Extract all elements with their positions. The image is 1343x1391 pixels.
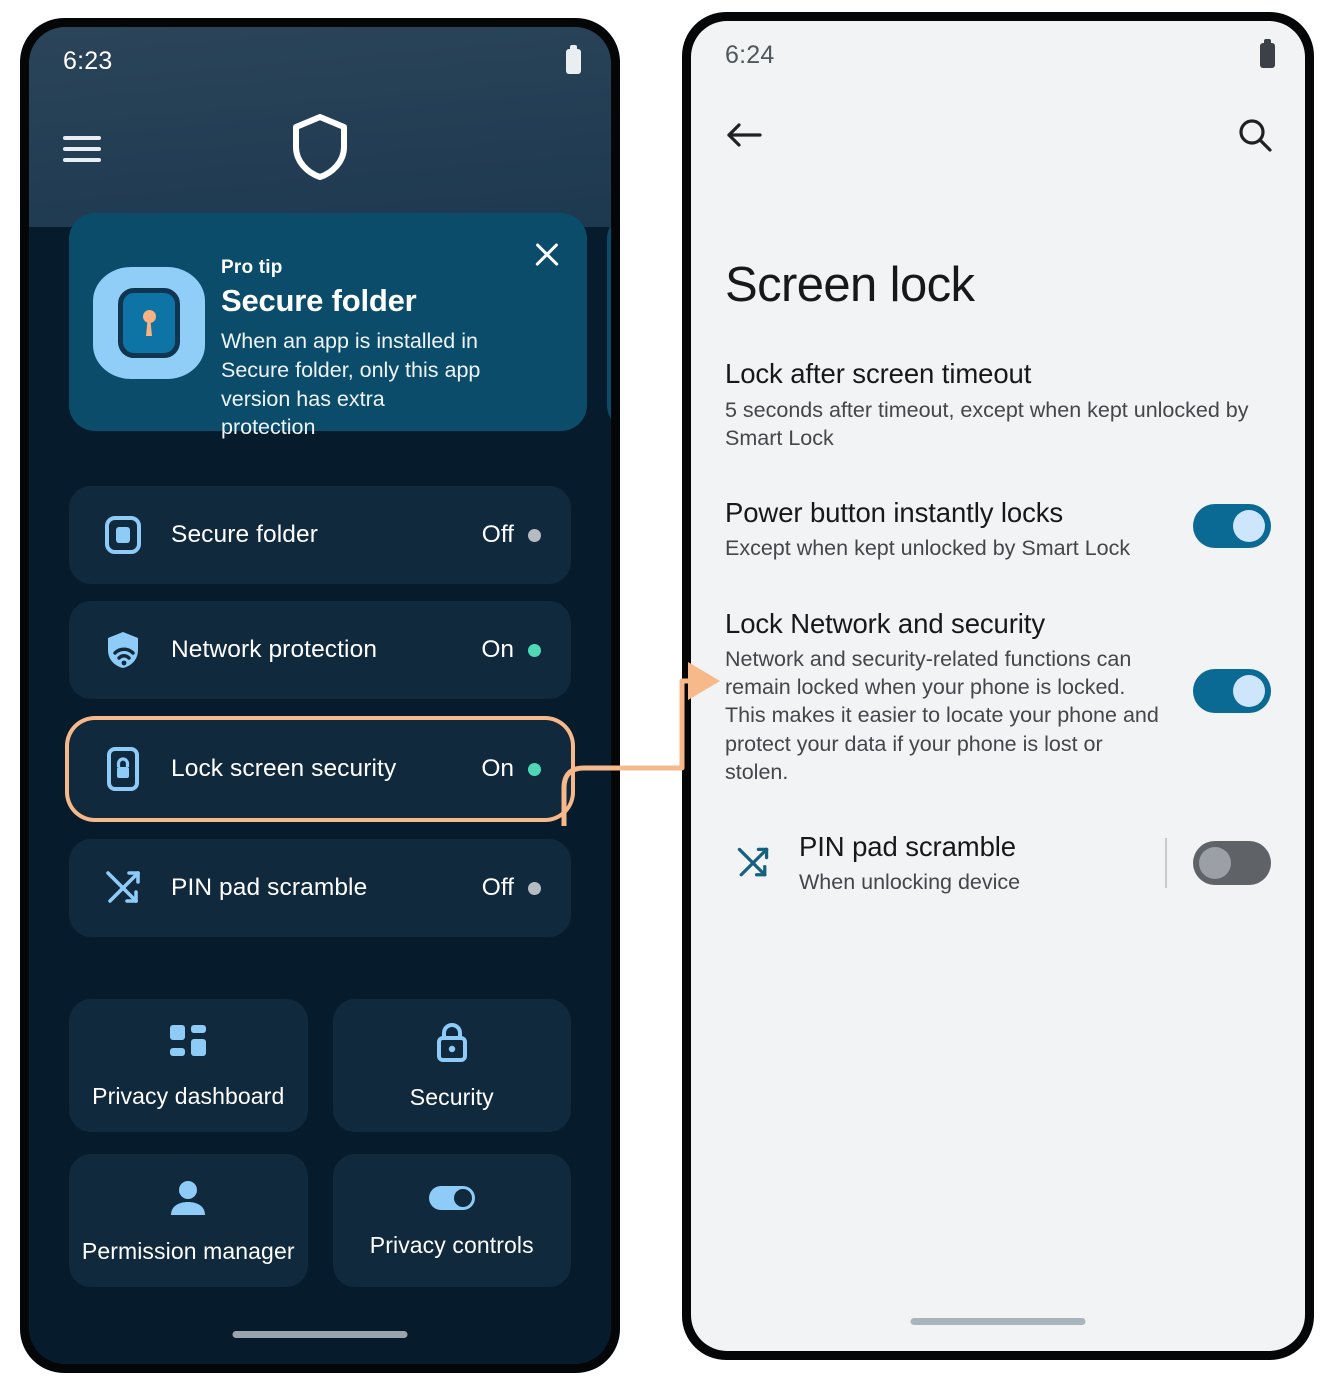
hamburger-menu-icon[interactable]: [63, 136, 101, 162]
page-title: Screen lock: [725, 258, 975, 312]
status-row-secure-folder[interactable]: Secure folder Off: [69, 486, 571, 584]
setting-title: Lock after screen timeout: [725, 358, 1032, 389]
pro-tip-carousel: Pro tip Secure folder When an app is ins…: [29, 213, 611, 439]
security-status-list: Secure folder Off Network protection On …: [69, 486, 571, 937]
close-icon[interactable]: [531, 239, 563, 271]
shortcut-tile-grid: Privacy dashboard Security Permission ma…: [69, 999, 571, 1287]
setting-power-button-instantly-locks[interactable]: Power button instantly locks Except when…: [725, 452, 1271, 563]
security-app-content: Pro tip Secure folder When an app is ins…: [29, 213, 611, 1287]
status-dot-off: [528, 881, 541, 895]
tile-label: Privacy dashboard: [92, 1082, 285, 1109]
status-time: 6:23: [63, 46, 113, 75]
lock-screen-icon: [97, 747, 149, 791]
screenshot-stage: 6:23 Pro tip Secure folder When an app i…: [0, 0, 1343, 1391]
tile-security[interactable]: Security: [332, 999, 571, 1132]
phone-left-frame: 6:23 Pro tip Secure folder When an app i…: [20, 18, 620, 1373]
status-row-label: PIN pad scramble: [171, 874, 368, 901]
toggle-knob: [1233, 674, 1265, 707]
pro-tip-card-next[interactable]: [607, 213, 611, 431]
status-dot-on: [528, 762, 541, 776]
toggle-pin-pad-scramble[interactable]: [1193, 841, 1271, 886]
setting-subtitle: 5 seconds after timeout, except when kep…: [725, 397, 1249, 450]
status-row-value: Off: [481, 874, 514, 901]
secure-folder-icon: [97, 515, 149, 555]
status-row-network-protection[interactable]: Network protection On: [69, 601, 571, 699]
status-bar-left: 6:23: [29, 27, 611, 95]
person-icon: [167, 1177, 209, 1224]
keyhole-icon: [142, 310, 156, 336]
network-protection-icon: [97, 629, 149, 671]
status-row-label: Secure folder: [171, 521, 319, 548]
toggle-lock-network-and-security[interactable]: [1193, 668, 1271, 713]
security-app-screen: 6:23 Pro tip Secure folder When an app i…: [29, 27, 611, 1364]
setting-pin-pad-scramble[interactable]: PIN pad scramble When unlocking device: [725, 786, 1271, 897]
tile-label: Security: [409, 1083, 494, 1110]
status-row-pin-pad-scramble[interactable]: PIN pad scramble Off: [69, 839, 571, 937]
shield-logo-icon: [290, 113, 350, 186]
setting-text: Power button instantly locks Except when…: [725, 496, 1193, 563]
setting-title: Power button instantly locks: [725, 496, 1064, 528]
setting-lock-network-and-security[interactable]: Lock Network and security Network and se…: [725, 563, 1271, 786]
pro-tip-text: Pro tip Secure folder When an app is ins…: [221, 243, 559, 439]
secure-folder-app-icon: [93, 267, 205, 379]
setting-subtitle: When unlocking device: [799, 870, 1021, 895]
shuffle-icon: [725, 844, 781, 882]
toggle-power-button-instantly-locks[interactable]: [1193, 503, 1271, 548]
setting-title: PIN pad scramble: [799, 830, 1016, 862]
battery-icon: [566, 44, 581, 74]
pro-tip-title: Secure folder: [221, 283, 417, 318]
battery-icon: [1260, 38, 1275, 68]
home-indicator[interactable]: [910, 1318, 1086, 1325]
setting-subtitle: Network and security-related functions c…: [725, 647, 1159, 784]
search-icon[interactable]: [1237, 117, 1273, 158]
toggle-icon: [428, 1183, 476, 1218]
tile-label: Privacy controls: [369, 1231, 534, 1258]
tile-privacy-dashboard[interactable]: Privacy dashboard: [69, 999, 308, 1132]
pro-tip-eyebrow: Pro tip: [221, 257, 283, 278]
setting-text: Lock after screen timeout 5 seconds afte…: [725, 357, 1271, 452]
status-row-label: Lock screen security: [171, 755, 397, 782]
status-dot-on: [528, 643, 541, 657]
tile-permission-manager[interactable]: Permission manager: [69, 1154, 308, 1287]
flow-arrow: [560, 640, 740, 830]
secure-folder-glyph: [118, 288, 180, 358]
pro-tip-description: When an app is installed in Secure folde…: [221, 329, 481, 440]
dashboard-icon: [167, 1022, 209, 1069]
setting-subtitle: Except when kept unlocked by Smart Lock: [725, 536, 1131, 561]
status-row-value: Off: [481, 521, 514, 548]
status-row-value: On: [481, 636, 514, 663]
tile-privacy-controls[interactable]: Privacy controls: [332, 1154, 571, 1287]
shuffle-icon: [97, 867, 149, 909]
toggle-knob: [1199, 847, 1231, 880]
home-indicator[interactable]: [232, 1331, 408, 1338]
app-top-bar: [29, 95, 611, 203]
settings-top-bar: [691, 89, 1305, 185]
setting-text: Lock Network and security Network and se…: [725, 607, 1193, 786]
pro-tip-card[interactable]: Pro tip Secure folder When an app is ins…: [69, 213, 587, 439]
status-time: 6:24: [725, 40, 775, 69]
tile-label: Permission manager: [81, 1237, 295, 1264]
status-row-lock-screen-security[interactable]: Lock screen security On: [69, 720, 571, 818]
back-arrow-icon[interactable]: [725, 119, 763, 156]
setting-title: Lock Network and security: [725, 607, 1045, 639]
setting-lock-after-screen-timeout[interactable]: Lock after screen timeout 5 seconds afte…: [725, 313, 1271, 452]
screen-lock-settings-screen: 6:24 Screen lock Lock after screen timeo…: [691, 21, 1305, 1351]
status-row-label: Network protection: [171, 636, 378, 663]
setting-text: PIN pad scramble When unlocking device: [781, 830, 1165, 897]
status-bar-right: 6:24: [691, 21, 1305, 89]
settings-list: Lock after screen timeout 5 seconds afte…: [691, 313, 1305, 897]
lock-icon: [432, 1021, 472, 1070]
status-row-value: On: [481, 755, 514, 782]
toggle-knob: [1233, 509, 1265, 542]
phone-right-frame: 6:24 Screen lock Lock after screen timeo…: [682, 12, 1314, 1360]
status-dot-off: [528, 528, 541, 542]
vertical-divider: [1165, 838, 1167, 889]
